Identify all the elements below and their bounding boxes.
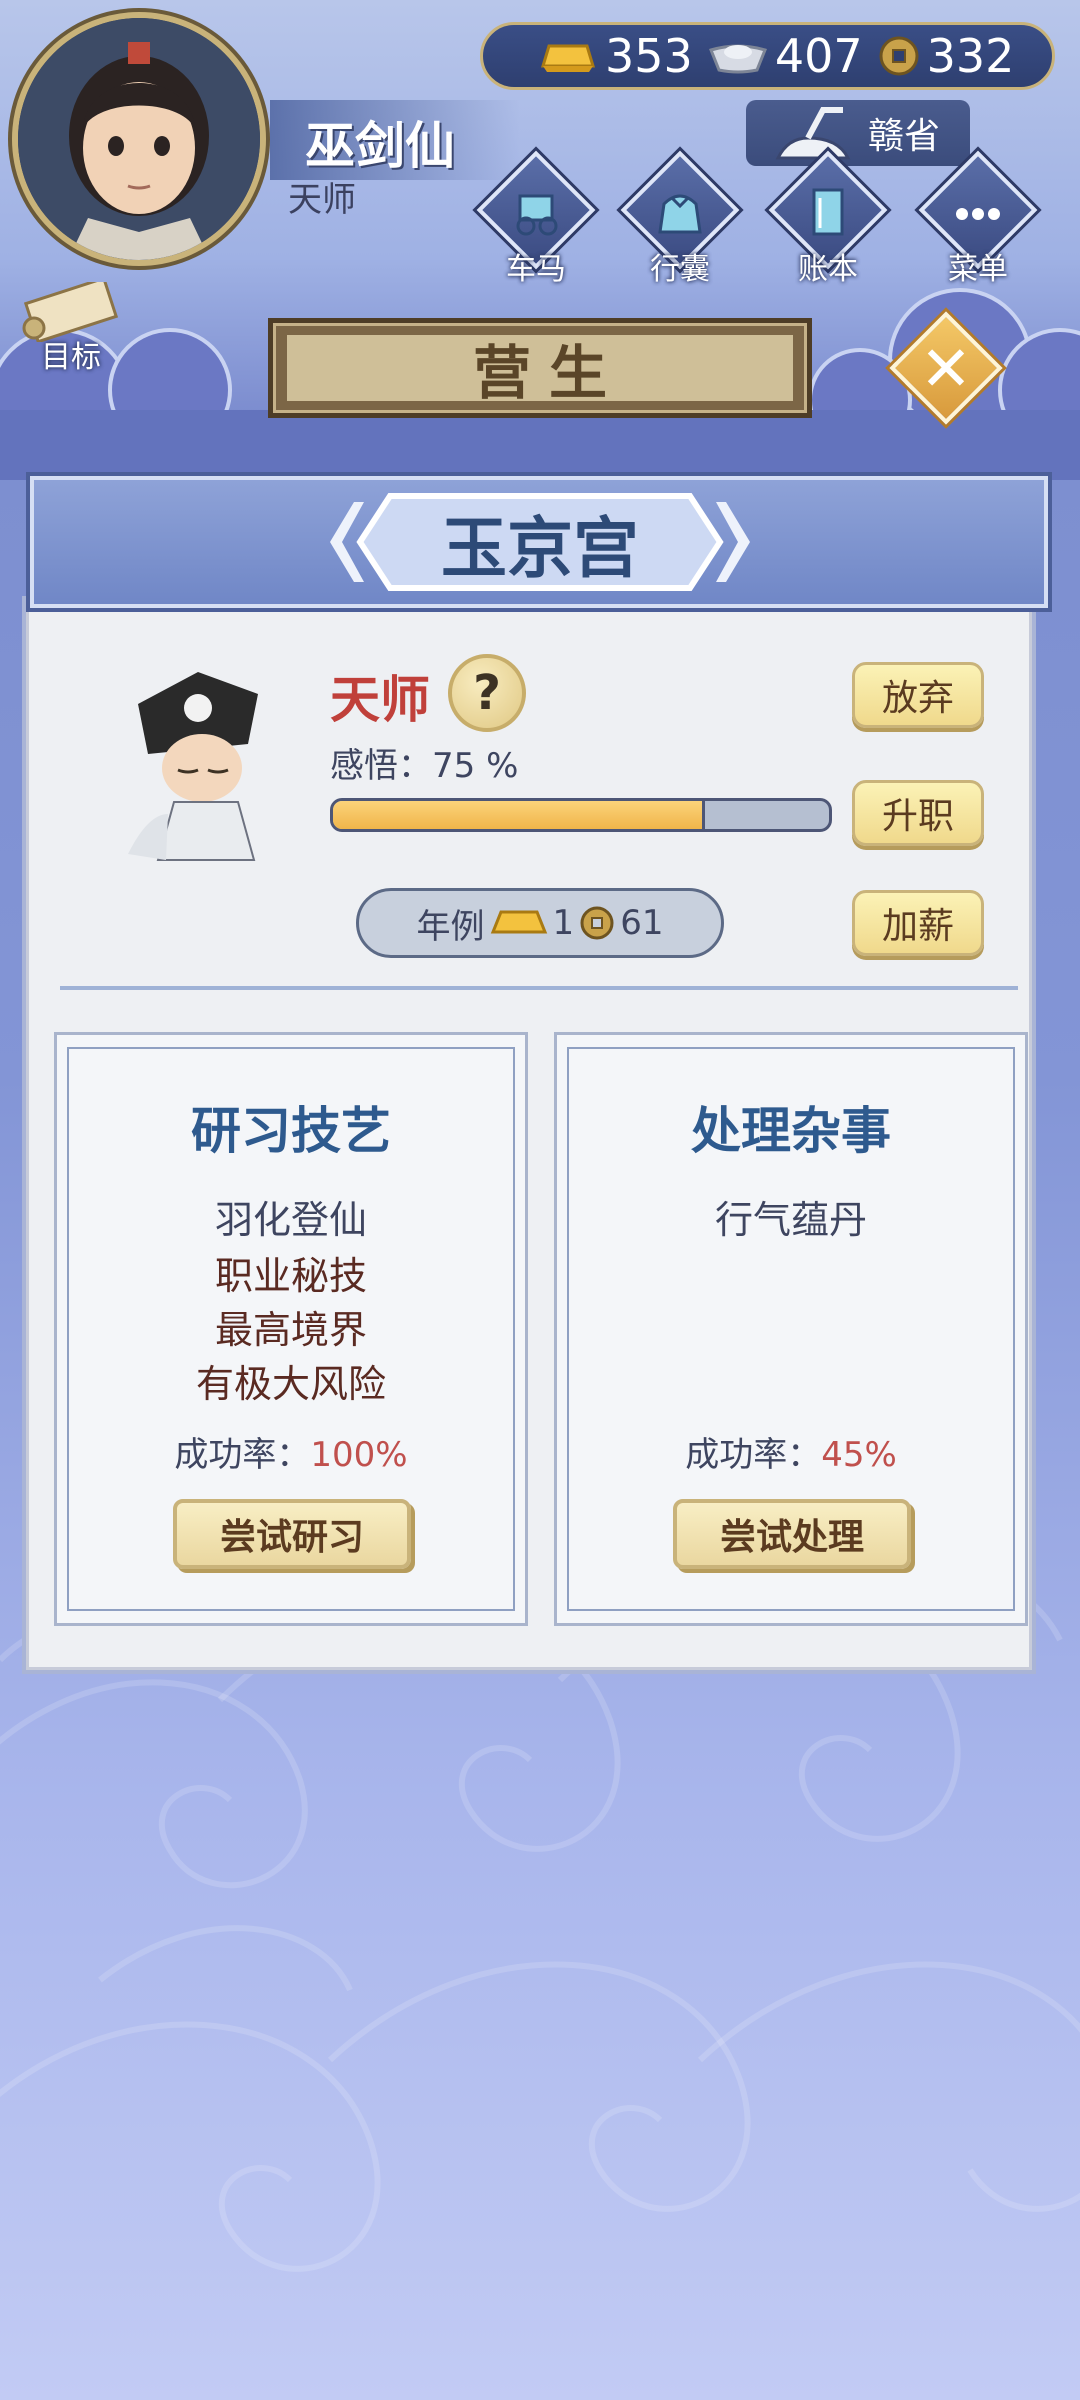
salary-label: 年例 [416, 906, 485, 947]
gold-counter: 353 [537, 29, 693, 83]
cart-menu-label: 车马 [506, 252, 566, 287]
raise-salary-button[interactable]: 加薪 [852, 890, 984, 956]
coin-amount: 332 [926, 29, 1015, 83]
study-card-title: 研习技艺 [191, 1102, 391, 1160]
study-card-line: 最高境界 [214, 1308, 367, 1352]
insight-progress-bar [330, 798, 832, 832]
help-question-icon[interactable]: ? [448, 654, 526, 732]
ledger-menu-label: 账本 [798, 252, 858, 287]
target-button[interactable]: 目标 [16, 276, 126, 375]
salary-display: 年例 1 61 [356, 888, 724, 958]
place-name: 玉京宫 [441, 510, 639, 587]
try-handle-label: 尝试处理 [719, 1517, 864, 1558]
player-avatar[interactable] [12, 12, 266, 266]
ledger-menu-button[interactable]: 账本 [768, 150, 888, 287]
bag-menu-button[interactable]: 行囊 [620, 150, 740, 287]
chores-card-line: 行气蕴丹 [714, 1198, 867, 1242]
promote-label: 升职 [881, 796, 954, 837]
promote-button[interactable]: 升职 [852, 780, 984, 846]
cart-menu-button[interactable]: 车马 [476, 150, 596, 287]
rate-value: 100% [310, 1435, 408, 1475]
study-success-rate: 成功率：100% [69, 1427, 513, 1476]
salary-gold: 1 [552, 903, 575, 943]
silver-amount: 407 [774, 29, 863, 83]
gold-amount: 353 [605, 29, 693, 83]
try-study-label: 尝试研习 [219, 1517, 364, 1558]
insight-value: 75 % [432, 746, 519, 786]
main-menu-button[interactable]: 菜单 [918, 150, 1038, 287]
main-menu-label: 菜单 [948, 252, 1008, 287]
chores-success-rate: 成功率：45% [569, 1427, 1013, 1476]
coin-counter: 332 [877, 29, 1015, 83]
study-card-line: 羽化登仙 [214, 1198, 367, 1242]
try-handle-button[interactable]: 尝试处理 [673, 1499, 911, 1569]
abandon-label: 放弃 [881, 678, 954, 719]
ledger-book-icon [812, 188, 844, 236]
carriage-icon [516, 194, 558, 236]
copper-coin-icon [879, 36, 919, 76]
gold-ingot-icon [540, 44, 596, 72]
try-study-button[interactable]: 尝试研习 [173, 1499, 411, 1569]
rate-label: 成功率： [174, 1435, 311, 1475]
more-dots-icon [956, 208, 1000, 220]
target-label: 目标 [41, 340, 101, 375]
iron-icon [775, 107, 851, 160]
abandon-button[interactable]: 放弃 [852, 662, 984, 728]
insight-progress-fill [333, 801, 705, 829]
currency-bar: 353 407 332 [480, 22, 1055, 90]
player-name: 巫剑仙 [305, 117, 455, 175]
study-skill-card: 研习技艺 羽化登仙 职业秘技 最高境界 有极大风险 成功率：100% 尝试研习 [54, 1032, 528, 1626]
job-title: 天师 [330, 671, 430, 729]
job-character-sprite [128, 672, 258, 861]
screen-title: 营生 [472, 339, 625, 407]
study-card-line: 职业秘技 [214, 1254, 367, 1298]
bag-menu-label: 行囊 [650, 252, 710, 287]
bag-icon [658, 194, 702, 234]
handle-chores-card: 处理杂事 行气蕴丹 成功率：45% 尝试处理 [554, 1032, 1028, 1626]
insight-label: 感悟： [330, 746, 432, 786]
chores-card-title: 处理杂事 [691, 1102, 891, 1160]
insight-text: 感悟：75 % [330, 738, 518, 787]
study-card-line: 有极大风险 [195, 1362, 386, 1406]
screen-title-banner: 营生 [268, 318, 812, 418]
panel-divider [60, 986, 1018, 990]
silver-ingot-icon [708, 44, 767, 74]
region-label: 赣省 [867, 116, 940, 157]
player-rank: 天师 [288, 180, 356, 220]
copper-coin-icon [580, 906, 614, 940]
rate-label: 成功率： [685, 1435, 822, 1475]
raise-salary-label: 加薪 [881, 906, 954, 947]
salary-coin: 61 [620, 903, 664, 943]
silver-counter: 407 [707, 29, 863, 83]
gold-ingot-icon [490, 910, 547, 934]
rate-value: 45% [821, 1435, 897, 1475]
